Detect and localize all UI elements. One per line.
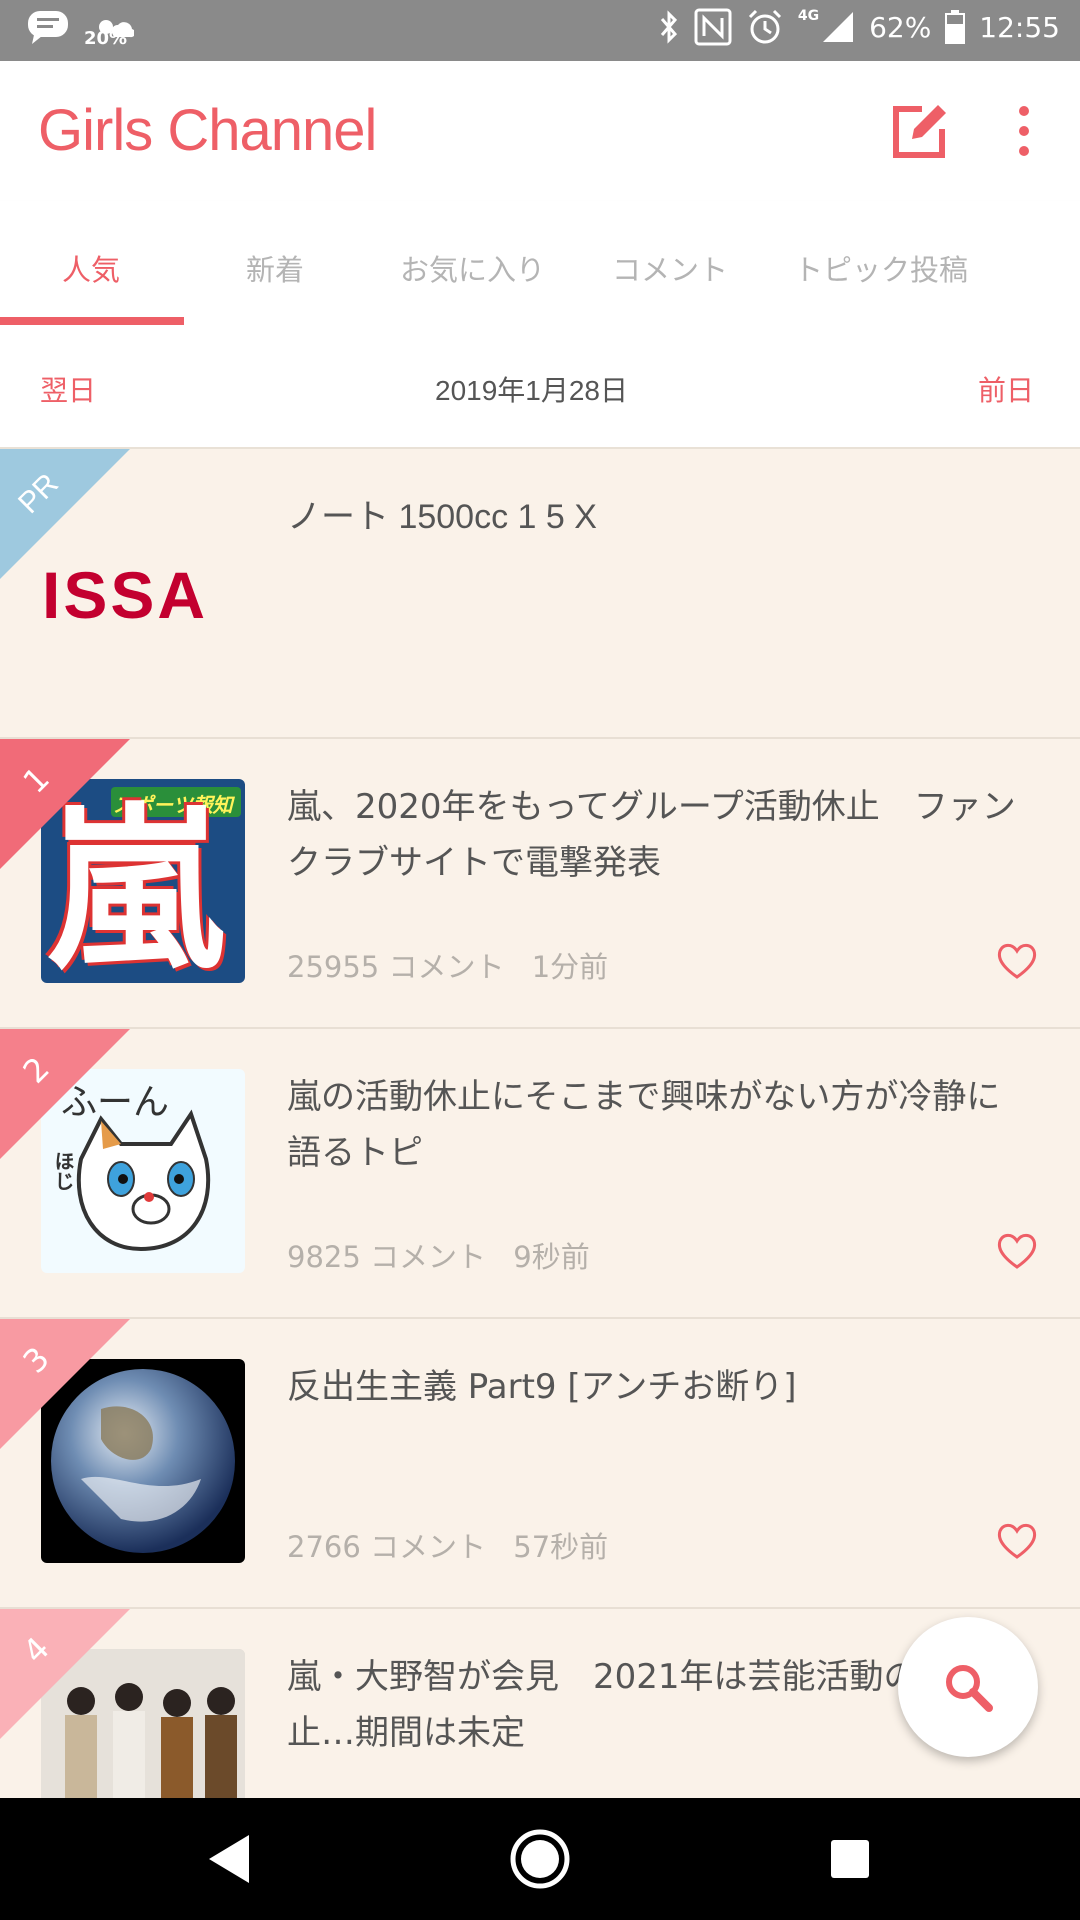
alarm-icon [748, 9, 781, 44]
status-weather-pct: 20% [84, 28, 128, 49]
topic-meta: 25955 コメント 1分前 [287, 944, 608, 986]
topic-list-item[interactable]: 3 反出生主義 Part9 [アンチお断り] 2766 コメント 57秒前 [0, 1319, 1080, 1609]
compose-button[interactable] [888, 99, 952, 163]
recents-icon[interactable] [829, 1838, 871, 1880]
topic-title: 反出生主義 Part9 [アンチお断り] [287, 1367, 797, 1407]
pr-logo-text: ISSA [42, 558, 209, 632]
tab-indicator [0, 317, 184, 325]
rank-ribbon: 2 [0, 1029, 130, 1159]
topic-time: 1分前 [531, 950, 609, 984]
back-icon[interactable] [205, 1833, 253, 1885]
favorite-heart-icon[interactable] [996, 1521, 1038, 1561]
status-bar: 20% 4G 62% 12:55 [0, 0, 1080, 61]
favorite-heart-icon[interactable] [996, 1231, 1038, 1271]
tab-favorites[interactable]: お気に入り [400, 247, 545, 289]
app-bar: Girls Channel [0, 61, 1080, 201]
app-logo: Girls Channel [38, 98, 377, 163]
tab-bar: 人気 新着 お気に入り コメント トピック投稿 [0, 201, 1080, 325]
comment-count: 25955 コメント [287, 950, 505, 984]
pr-logo: ISSA [42, 557, 247, 637]
edit-icon [893, 105, 946, 158]
current-date: 2019年1月28日 [435, 375, 629, 406]
favorite-heart-icon[interactable] [996, 941, 1038, 981]
nfc-icon [694, 8, 732, 46]
tab-post-topic[interactable]: トピック投稿 [794, 247, 968, 289]
home-icon[interactable] [509, 1828, 571, 1890]
more-vert-icon [1019, 106, 1029, 156]
search-fab-button[interactable] [898, 1617, 1038, 1757]
topic-meta: 2766 コメント 57秒前 [287, 1524, 608, 1566]
rank-ribbon: 4 [0, 1609, 130, 1739]
rank-ribbon: 3 [0, 1319, 130, 1449]
message-icon [28, 11, 68, 44]
next-day-button[interactable]: 翌日 [40, 369, 96, 409]
overflow-menu-button[interactable] [1000, 99, 1048, 163]
bluetooth-icon [660, 10, 677, 44]
comment-count: 2766 コメント [287, 1530, 487, 1564]
topic-meta: 9825 コメント 9秒前 [287, 1234, 590, 1276]
clock: 12:55 [979, 10, 1060, 44]
tab-comments[interactable]: コメント [612, 247, 728, 289]
system-nav-bar [0, 1798, 1080, 1920]
battery-percent: 62% [869, 10, 932, 44]
topic-title: 嵐の活動休止にそこまで興味がない方が冷静に語るトピ [287, 1077, 1001, 1173]
search-icon [946, 1665, 993, 1712]
rank-ribbon: 1 [0, 739, 130, 869]
tab-new[interactable]: 新着 [246, 247, 304, 289]
topic-list-item[interactable]: スポーツ報知 嵐 1 嵐、2020年をもってグループ活動休止 ファンクラブサイト… [0, 739, 1080, 1029]
tab-popular[interactable]: 人気 [62, 247, 120, 289]
signal-label: 4G [797, 8, 820, 24]
date-navigation: 翌日 2019年1月28日 前日 [0, 325, 1080, 449]
cell-signal-icon [823, 12, 854, 42]
battery-icon [945, 10, 966, 44]
pr-list-item[interactable]: PR ISSA ノート 1500cc 1 5 X [0, 449, 1080, 739]
topic-time: 9秒前 [513, 1240, 590, 1274]
topic-time: 57秒前 [513, 1530, 609, 1564]
pr-title: ノート 1500cc 1 5 X [287, 498, 597, 536]
topic-list-item[interactable]: ふーん ほじ 2 嵐の活動休止にそこまで興味がない方が冷静に語るトピ 9825 … [0, 1029, 1080, 1319]
comment-count: 9825 コメント [287, 1240, 487, 1274]
topic-title: 嵐、2020年をもってグループ活動休止 ファンクラブサイトで電撃発表 [287, 787, 1016, 883]
previous-day-button[interactable]: 前日 [978, 369, 1034, 409]
